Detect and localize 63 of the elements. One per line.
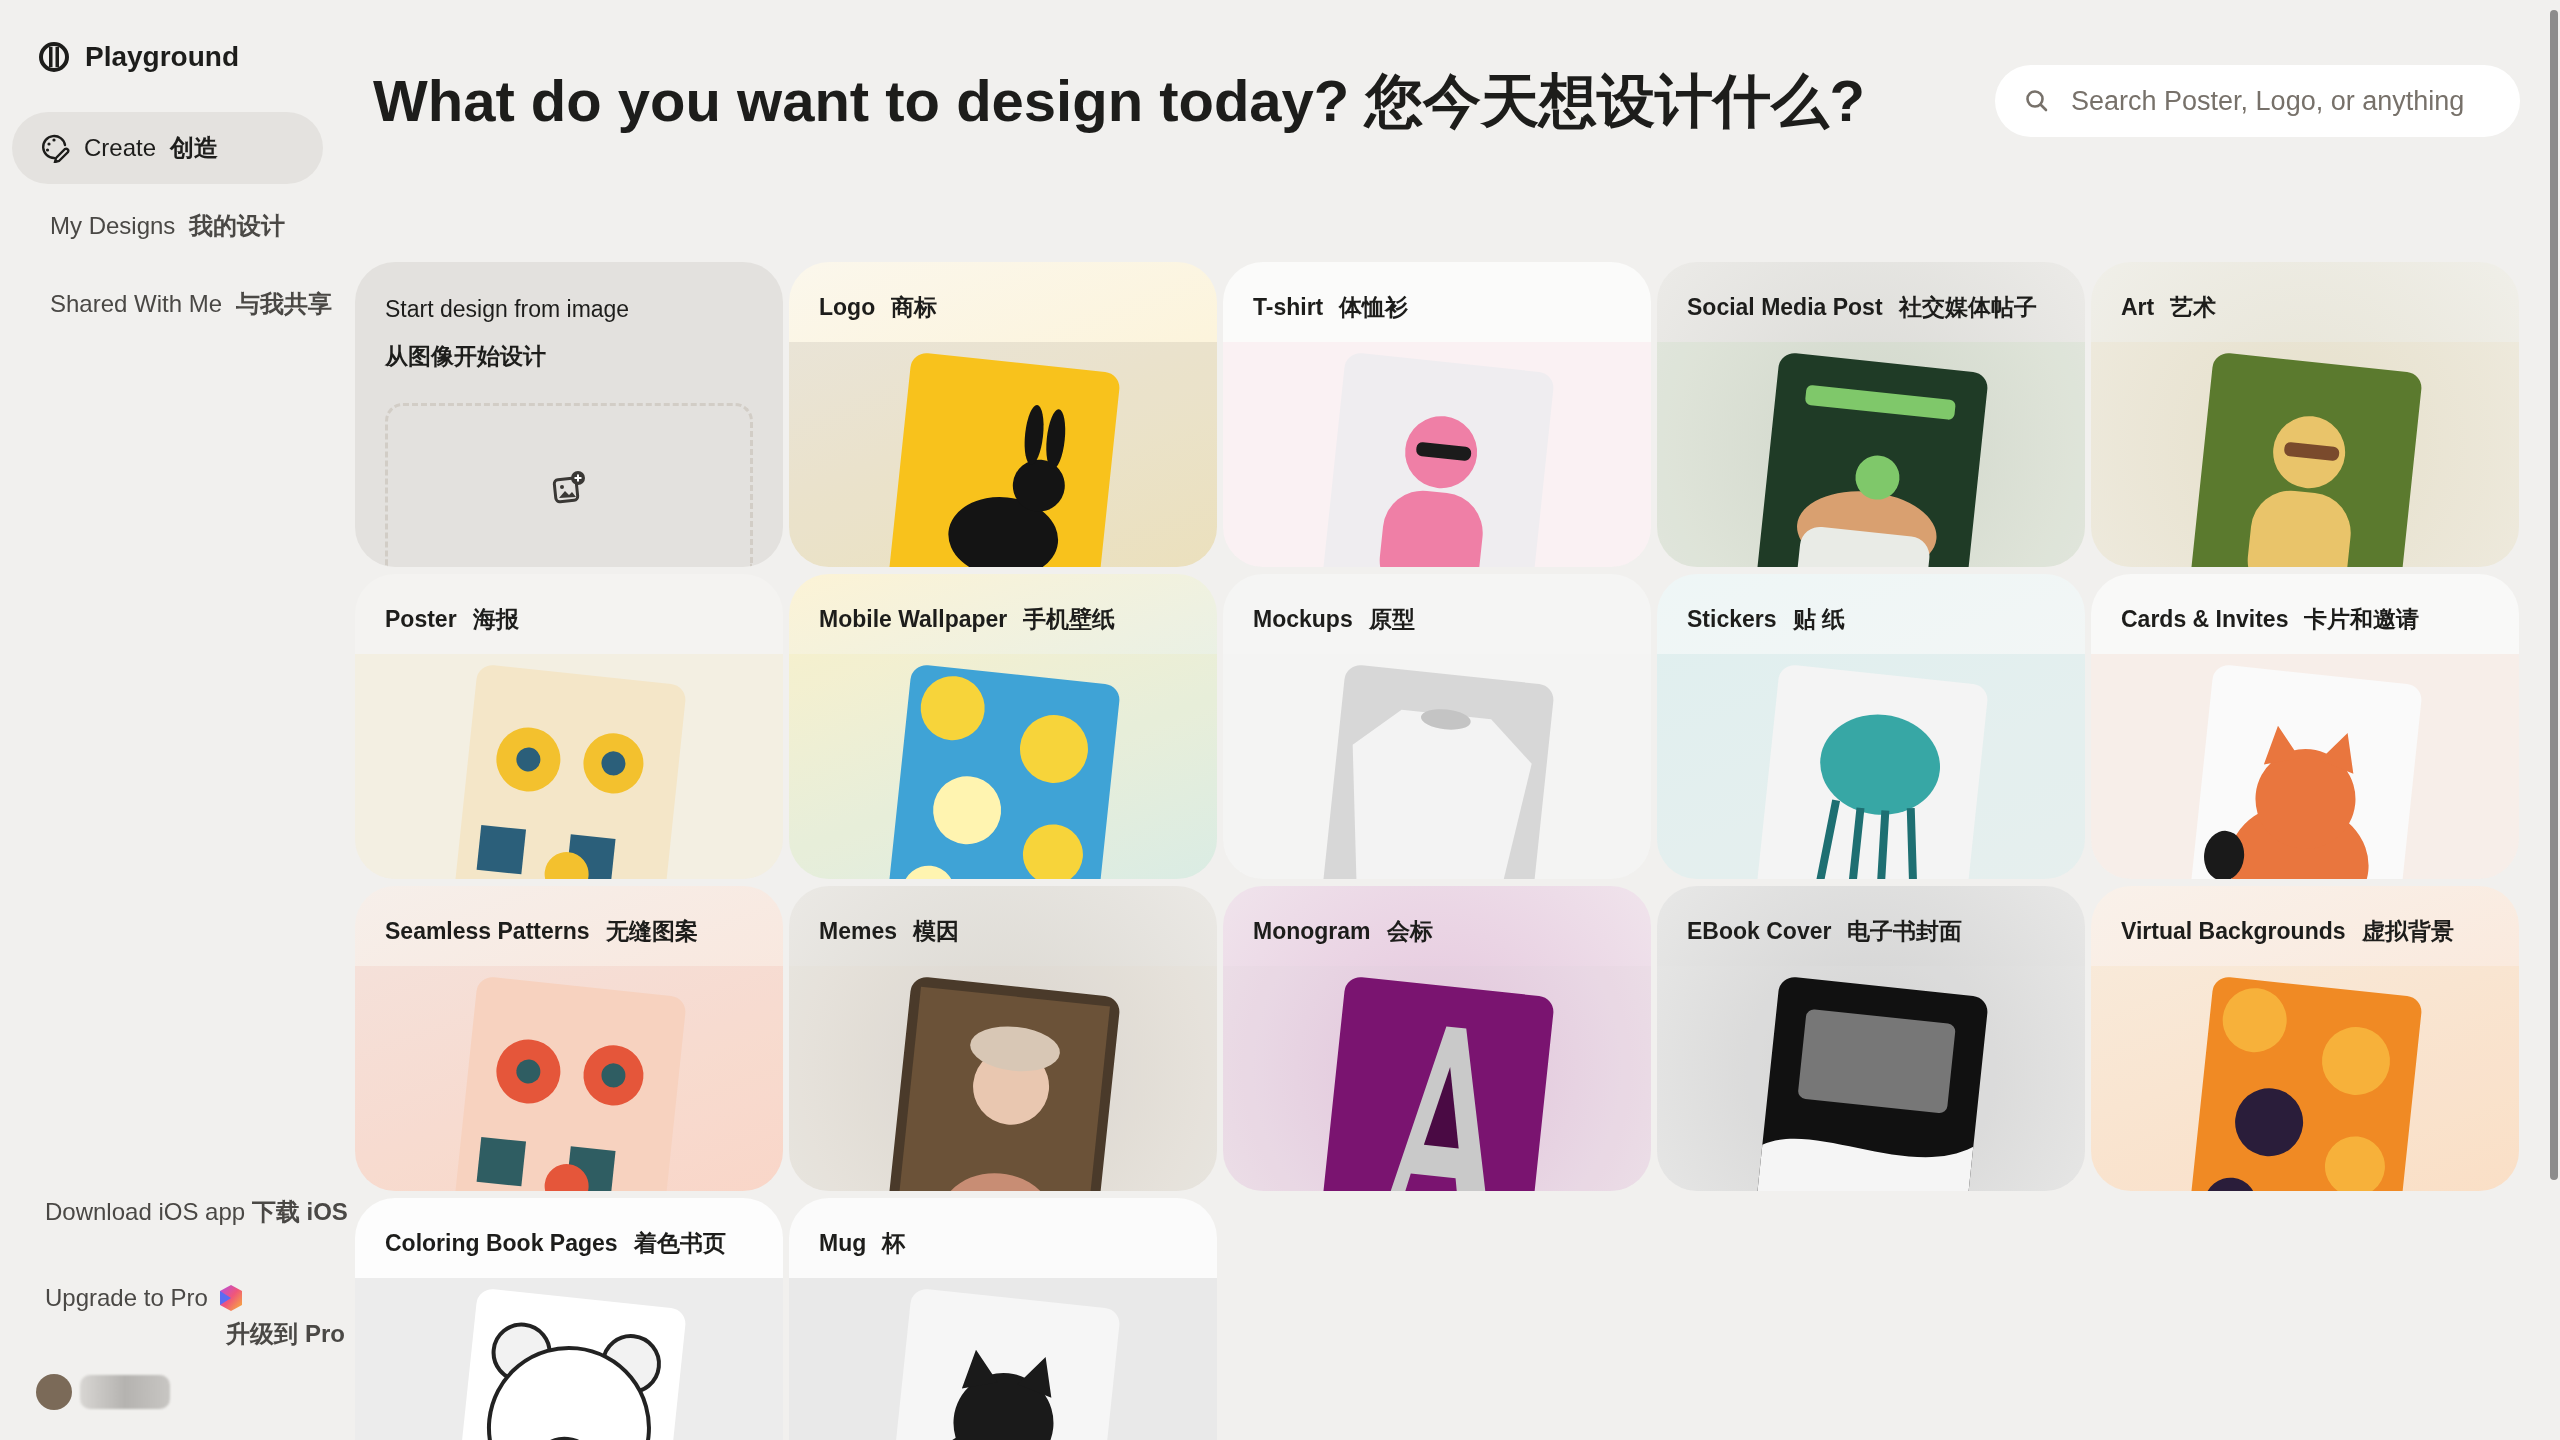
nav-item[interactable]: My Designs 我的设计 (12, 190, 323, 262)
card-title: Mug (819, 1229, 867, 1258)
card-title-zh: 商标 (891, 293, 938, 322)
brand-name: Playground (85, 40, 239, 74)
palette-icon (40, 133, 70, 163)
download-link[interactable]: Download iOS app 下载 iOS (12, 1194, 355, 1230)
template-card[interactable]: EBook Cover 电子书封面 (1657, 886, 2085, 1191)
page-heading: What do you want to design today? 您今天想设计什么? (373, 67, 1865, 136)
template-card[interactable]: Logo 商标 (789, 262, 1217, 567)
card-title: EBook Cover (1687, 917, 1832, 946)
card-title: Monogram (1253, 917, 1371, 946)
card-title-zh: 艺术 (2170, 293, 2217, 322)
card-title-zh: 会标 (1386, 917, 1433, 946)
card-title: Cards & Invites (2121, 605, 2289, 634)
card-title: Stickers (1687, 605, 1777, 634)
template-card[interactable]: Memes 模因 (789, 886, 1217, 1191)
card-title: Logo (819, 293, 876, 322)
template-card[interactable]: Virtual Backgrounds 虚拟背景 (2091, 886, 2519, 1191)
upload-card[interactable]: Start design from image 从图像开始设计 (355, 262, 783, 567)
template-card[interactable]: Seamless Patterns 无缝图案 (355, 886, 783, 1191)
template-card[interactable]: Art 艺术 (2091, 262, 2519, 567)
card-title-zh: 杯 (882, 1229, 906, 1258)
card-title-zh: 电子书封面 (1847, 917, 1963, 946)
logo-icon (39, 42, 69, 72)
upgrade-link[interactable]: Upgrade to Pro (45, 1280, 208, 1316)
card-title: T-shirt (1253, 293, 1324, 322)
template-card[interactable]: Monogram 会标 (1223, 886, 1651, 1191)
card-title: Virtual Backgrounds (2121, 917, 2346, 946)
template-card[interactable]: Mug 杯 (789, 1198, 1217, 1440)
card-title: Memes (819, 917, 897, 946)
image-add-icon (552, 469, 586, 504)
card-title: Start design from image (384, 295, 631, 324)
card-title: Social Media Post (1687, 293, 1883, 322)
card-title: Seamless Patterns (385, 917, 590, 946)
card-title-zh: 卡片和邀请 (2304, 605, 2420, 634)
card-title-zh: 贴 纸 (1792, 605, 1845, 634)
card-title-zh: 体恤衫 (1339, 293, 1409, 322)
card-title-zh: 无缝图案 (605, 917, 698, 946)
card-title-zh: 手机壁纸 (1023, 605, 1116, 634)
card-title: 从图像开始设计 (384, 341, 547, 371)
card-title-zh: 模因 (913, 917, 959, 946)
template-card[interactable]: Coloring Book Pages 着色书页 (355, 1198, 783, 1440)
template-card[interactable]: Mobile Wallpaper 手机壁纸 (789, 574, 1217, 879)
card-title-zh: 海报 (472, 605, 519, 634)
user-avatar[interactable] (36, 1374, 72, 1410)
search-field[interactable]: Search Poster, Logo, or anything (1995, 65, 2520, 137)
card-title-zh: 社交媒体帖子 (1898, 293, 2037, 322)
template-card[interactable]: Mockups 原型 (1223, 574, 1651, 879)
template-card[interactable]: Social Media Post 社交媒体帖子 (1657, 262, 2085, 567)
upgrade-label: 升级到 Pro (226, 1319, 345, 1349)
card-title-zh: 着色书页 (633, 1229, 726, 1258)
card-title: Mobile Wallpaper (819, 605, 1008, 634)
card-title-zh: 原型 (1368, 605, 1415, 634)
card-title: Poster (385, 605, 457, 634)
template-card[interactable]: T-shirt 体恤衫 (1223, 262, 1651, 567)
card-title: Mockups (1253, 605, 1353, 634)
template-card[interactable]: Stickers 贴 纸 (1657, 574, 2085, 879)
card-title-zh: 虚拟背景 (2361, 917, 2454, 946)
card-title: Art (2121, 293, 2155, 322)
card-title: Coloring Book Pages (385, 1229, 618, 1258)
nav-item[interactable]: Create 创造 (12, 112, 323, 184)
search-icon (2025, 89, 2049, 113)
template-card[interactable]: Cards & Invites 卡片和邀请 (2091, 574, 2519, 879)
